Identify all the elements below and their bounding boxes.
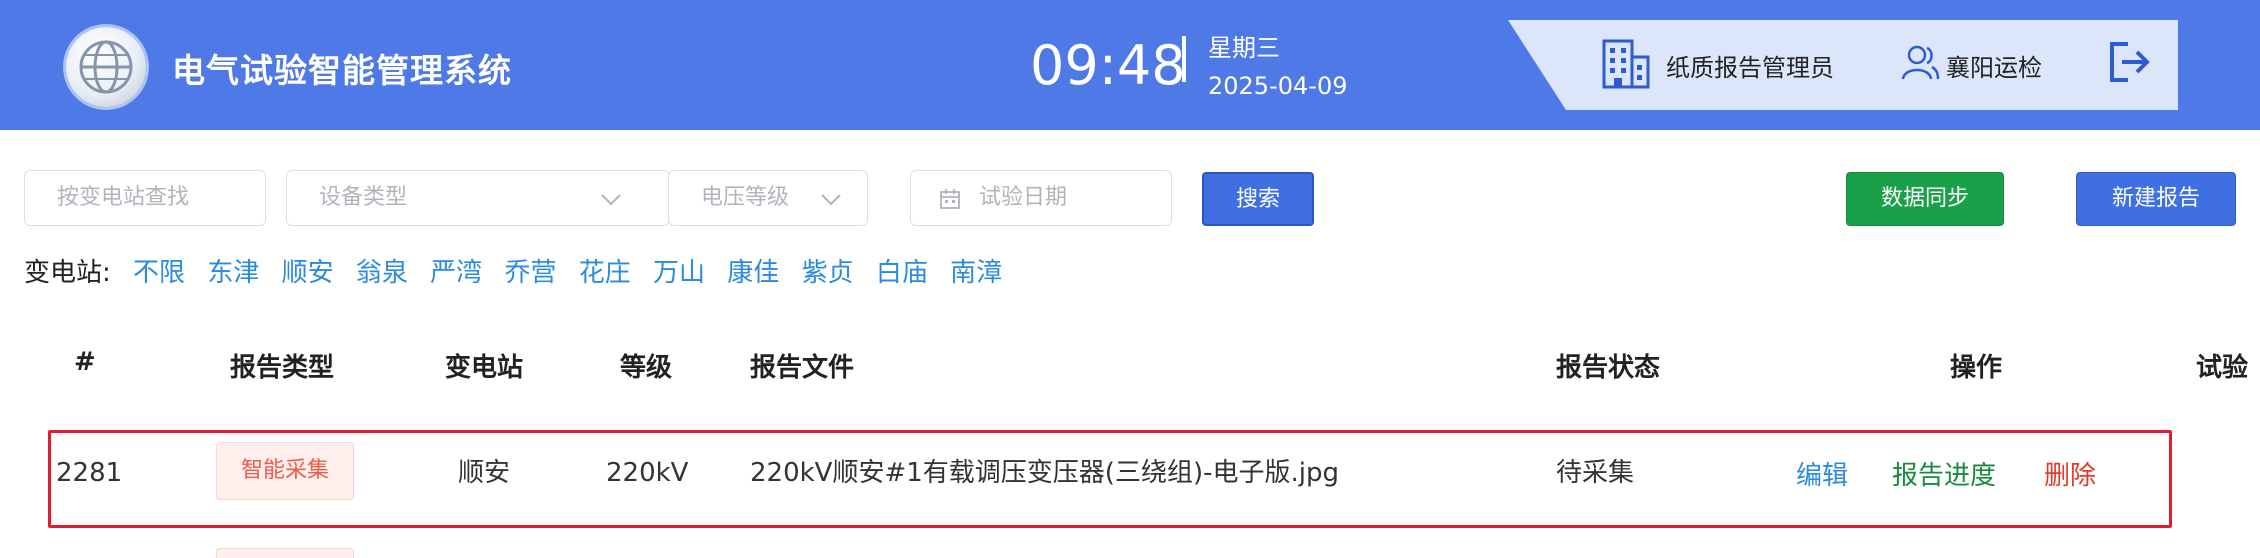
station-filter-huazhuang[interactable]: 花庄 bbox=[579, 258, 631, 288]
new-report-button[interactable]: 新建报告 bbox=[2076, 172, 2236, 226]
col-header-report-type: 报告类型 bbox=[230, 353, 335, 383]
col-header-level: 等级 bbox=[620, 353, 673, 383]
chevron-down-icon bbox=[601, 194, 621, 206]
station-filter-qiaoying[interactable]: 乔营 bbox=[504, 258, 556, 288]
org-label: 襄阳运检 bbox=[1946, 54, 2042, 82]
search-button[interactable]: 搜索 bbox=[1202, 172, 1314, 226]
logout-icon[interactable] bbox=[2106, 38, 2152, 90]
col-header-test-truncated: 试验 bbox=[2196, 353, 2249, 383]
calendar-icon bbox=[940, 189, 960, 209]
device-type-select[interactable]: 设备类型 bbox=[286, 170, 670, 226]
station-filter-baimiao[interactable]: 白庙 bbox=[876, 258, 928, 288]
station-filter-shunan[interactable]: 顺安 bbox=[282, 258, 334, 288]
station-quick-filter: 变电站: 不限 东津 顺安 翁泉 严湾 乔营 花庄 万山 康佳 紫贞 白庙 南漳 bbox=[24, 252, 1002, 288]
row-status: 待采集 bbox=[1556, 458, 1635, 488]
station-filter-all[interactable]: 不限 bbox=[133, 258, 185, 288]
row-report-file[interactable]: 220kV顺安#1有载调压变压器(三绕组)-电子版.jpg bbox=[750, 455, 1339, 491]
delete-button[interactable]: 删除 bbox=[2044, 455, 2096, 492]
role-label: 纸质报告管理员 bbox=[1666, 54, 1834, 82]
logo-emblem-icon bbox=[66, 27, 146, 107]
station-filter-dongjin[interactable]: 东津 bbox=[207, 258, 259, 288]
col-header-actions: 操作 bbox=[1950, 353, 2003, 383]
test-date-placeholder: 试验日期 bbox=[979, 185, 1068, 210]
row-level: 220kV bbox=[606, 458, 689, 488]
col-header-report-file: 报告文件 bbox=[750, 353, 855, 383]
row-station: 顺安 bbox=[458, 458, 511, 488]
next-row-badge-partial bbox=[216, 548, 354, 558]
station-filter-label: 变电站: bbox=[24, 258, 111, 288]
top-header-bar: 电气试验智能管理系统 09:48 星期三 2025-04-09 纸质报告管理员 … bbox=[0, 0, 2260, 130]
station-filter-wanshan[interactable]: 万山 bbox=[653, 258, 705, 288]
row-id: 2281 bbox=[56, 458, 123, 488]
device-type-placeholder: 设备类型 bbox=[319, 185, 408, 210]
test-date-picker[interactable]: 试验日期 bbox=[910, 170, 1172, 226]
person-icon bbox=[1900, 43, 1940, 87]
col-header-station: 变电站 bbox=[445, 353, 524, 383]
station-filter-nanzhang[interactable]: 南漳 bbox=[950, 258, 1002, 288]
edit-button[interactable]: 编辑 bbox=[1796, 455, 1848, 492]
clock-time: 09:48 bbox=[1030, 34, 1186, 97]
clock-divider bbox=[1182, 36, 1186, 82]
station-filter-kangjia[interactable]: 康佳 bbox=[727, 258, 779, 288]
col-header-index: # bbox=[74, 347, 96, 377]
chevron-down-icon bbox=[821, 194, 841, 206]
station-filter-zizhen[interactable]: 紫贞 bbox=[802, 258, 854, 288]
voltage-level-select[interactable]: 电压等级 bbox=[668, 170, 868, 226]
building-icon bbox=[1600, 35, 1652, 95]
data-sync-button[interactable]: 数据同步 bbox=[1846, 172, 2004, 226]
date-label: 2025-04-09 bbox=[1208, 72, 1348, 100]
station-filter-yanwan[interactable]: 严湾 bbox=[430, 258, 482, 288]
station-search-input[interactable]: 按变电站查找 bbox=[24, 170, 266, 226]
report-type-badge: 智能采集 bbox=[216, 442, 354, 500]
voltage-level-placeholder: 电压等级 bbox=[701, 185, 790, 210]
app-title: 电气试验智能管理系统 bbox=[172, 51, 512, 90]
station-filter-wengquan[interactable]: 翁泉 bbox=[356, 258, 408, 288]
report-progress-button[interactable]: 报告进度 bbox=[1892, 455, 1996, 492]
col-header-report-status: 报告状态 bbox=[1556, 353, 1661, 383]
weekday-label: 星期三 bbox=[1208, 34, 1280, 62]
